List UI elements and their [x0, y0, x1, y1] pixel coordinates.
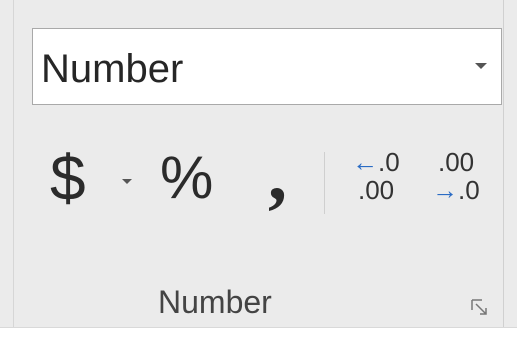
arrow-left-icon: ← [352, 147, 378, 177]
increase-decimal-top-label: .0 [378, 147, 400, 177]
group-separator [324, 152, 325, 214]
percent-icon: % [160, 144, 214, 211]
chevron-down-icon [475, 63, 487, 69]
decrease-decimal-bottom-label: .0 [458, 175, 480, 205]
increase-decimal-bottom-label: .00 [358, 175, 395, 205]
panel-bottom-strip [0, 328, 517, 339]
dialog-launcher-icon[interactable] [470, 298, 490, 318]
number-group-panel: Number $ % , ←.0 .00 .00 →.0 Number [0, 0, 517, 339]
number-format-value: Number [41, 47, 184, 91]
chevron-down-icon [122, 179, 132, 184]
number-format-dropdown[interactable]: Number [32, 28, 502, 105]
decrease-decimal-top-label: .00 [438, 147, 475, 177]
accounting-format-dropdown[interactable] [116, 170, 140, 194]
arrow-right-icon: → [432, 175, 458, 205]
group-label: Number [158, 284, 272, 320]
panel-left-border [13, 0, 14, 339]
accounting-format-button[interactable]: $ [50, 138, 100, 218]
panel-right-border [503, 0, 504, 339]
comma-style-icon: , [268, 132, 287, 216]
increase-decimal-button[interactable]: ←.0 .00 [350, 146, 420, 212]
decrease-decimal-button[interactable]: .00 →.0 [430, 146, 500, 212]
comma-style-button[interactable]: , [262, 134, 302, 220]
percent-style-button[interactable]: % [160, 138, 224, 218]
dollar-icon: $ [50, 142, 86, 214]
